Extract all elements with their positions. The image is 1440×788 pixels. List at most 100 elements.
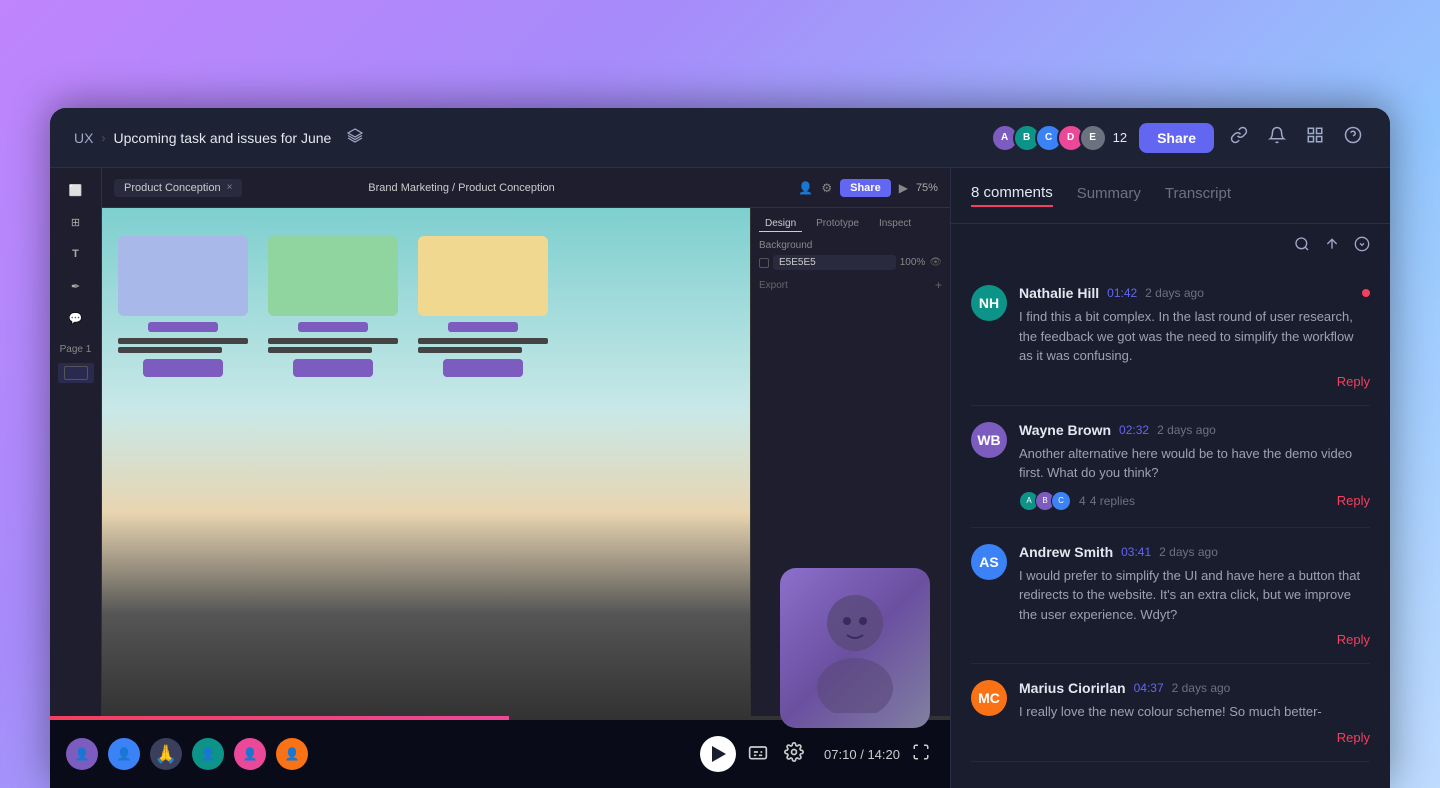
participants-avatars: A B C D E 12 — [991, 124, 1127, 152]
comment-ago-4: 2 days ago — [1172, 681, 1231, 695]
figma-tab[interactable]: Product Conception × — [114, 179, 242, 197]
header-right: A B C D E 12 Share — [991, 122, 1366, 153]
reply-count-2: 4 — [1079, 494, 1086, 508]
reply-button-4[interactable]: Reply — [1337, 730, 1370, 745]
comment-unread-dot-1 — [1362, 289, 1370, 297]
figma-settings-icon[interactable]: ⚙ — [821, 181, 832, 195]
figma-person-icon: 👤 — [798, 181, 813, 195]
canvas-content — [102, 208, 750, 393]
card-line — [418, 347, 522, 353]
play-button[interactable] — [700, 736, 736, 772]
avatar-nathalie: NH — [971, 285, 1007, 321]
comments-panel: 8 comments Summary Transcript — [950, 168, 1390, 788]
time-display: 07:10 / 14:20 — [824, 747, 900, 762]
bell-icon[interactable] — [1264, 122, 1290, 153]
figma-tool-text[interactable]: T — [60, 240, 92, 268]
comment-item-3: AS Andrew Smith 03:41 2 days ago I would… — [971, 528, 1370, 665]
comment-ago-3: 2 days ago — [1159, 545, 1218, 559]
participant-5: 👤 — [234, 738, 266, 770]
design-export-add[interactable]: + — [935, 278, 942, 292]
breadcrumb: UX › Upcoming task and issues for June — [74, 128, 363, 147]
comments-list: NH Nathalie Hill 01:42 2 days ago I find… — [951, 269, 1390, 788]
captions-button[interactable] — [744, 738, 772, 771]
reply-av-3: C — [1051, 491, 1071, 511]
figma-page-thumb — [64, 366, 88, 380]
tab-summary[interactable]: Summary — [1077, 185, 1141, 206]
design-bg-color[interactable]: E5E5E5 — [773, 255, 896, 270]
comment-author-3: Andrew Smith — [1019, 544, 1113, 560]
comment-header-2: Wayne Brown 02:32 2 days ago — [1019, 422, 1370, 438]
comment-item-1: NH Nathalie Hill 01:42 2 days ago I find… — [971, 269, 1370, 406]
card-btn-2 — [293, 359, 373, 377]
card-title-3 — [448, 322, 518, 332]
card-line — [118, 338, 248, 344]
time-total: 14:20 — [867, 747, 900, 762]
avatar-5: E — [1079, 124, 1107, 152]
reply-button-3[interactable]: Reply — [1337, 632, 1370, 647]
comment-item-2: WB Wayne Brown 02:32 2 days ago Another … — [971, 406, 1370, 528]
comment-body-2: Wayne Brown 02:32 2 days ago Another alt… — [1019, 422, 1370, 511]
comment-text-2: Another alternative here would be to hav… — [1019, 444, 1370, 483]
reply-avatars-2: A B C — [1019, 491, 1071, 511]
search-icon[interactable] — [1294, 236, 1310, 257]
sort-icon[interactable] — [1324, 236, 1340, 257]
card-lines-2 — [268, 338, 398, 353]
design-bg-checkbox[interactable] — [759, 258, 769, 268]
comment-footer-4: Reply — [1019, 730, 1370, 745]
comment-footer-2: A B C 4 4 replies Reply — [1019, 491, 1370, 511]
figma-play-icon[interactable]: ▶ — [899, 181, 908, 195]
fullscreen-button[interactable] — [908, 739, 934, 770]
reply-button-1[interactable]: Reply — [1337, 374, 1370, 389]
comment-timestamp-1: 01:42 — [1107, 286, 1137, 300]
layers-icon — [347, 128, 363, 147]
card-lines-1 — [118, 338, 248, 353]
figma-tab-close[interactable]: × — [227, 182, 233, 193]
comment-item-4: MC Marius Ciorirlan 04:37 2 days ago I r… — [971, 664, 1370, 762]
design-section-background: Background — [759, 240, 942, 251]
tab-transcript[interactable]: Transcript — [1165, 185, 1231, 206]
design-tab-inspect[interactable]: Inspect — [873, 216, 917, 232]
figma-tab-label: Product Conception — [124, 182, 221, 194]
design-bg-row: E5E5E5 100% 👁 — [759, 255, 942, 270]
reply-text-2[interactable]: 4 replies — [1090, 494, 1135, 508]
figma-share-button[interactable]: Share — [840, 179, 891, 197]
comments-tabs: 8 comments Summary Transcript — [951, 168, 1390, 224]
share-button[interactable]: Share — [1139, 123, 1214, 153]
participant-3: 🙏 — [150, 738, 182, 770]
comments-toolbar — [951, 224, 1390, 269]
participant-2: 👤 — [108, 738, 140, 770]
comment-body-1: Nathalie Hill 01:42 2 days ago I find th… — [1019, 285, 1370, 389]
figma-tool-comment[interactable]: 💬 — [60, 304, 92, 332]
link-icon[interactable] — [1226, 122, 1252, 153]
comment-replies-2: A B C 4 4 replies — [1019, 491, 1135, 511]
card-line — [268, 347, 372, 353]
comment-author-2: Wayne Brown — [1019, 422, 1111, 438]
design-tab-prototype[interactable]: Prototype — [810, 216, 865, 232]
progress-fill — [50, 716, 509, 720]
participant-1: 👤 — [66, 738, 98, 770]
settings-button[interactable] — [780, 738, 808, 771]
figma-page-item[interactable] — [58, 363, 94, 383]
card-rect-3 — [418, 236, 548, 316]
canvas-card-1 — [118, 236, 248, 377]
avatar-wayne: WB — [971, 422, 1007, 458]
canvas-card-3 — [418, 236, 548, 377]
design-tab-design[interactable]: Design — [759, 216, 802, 232]
figma-tool-frame[interactable]: ⊞ — [60, 208, 92, 236]
help-icon[interactable] — [1340, 122, 1366, 153]
reply-button-2[interactable]: Reply — [1337, 493, 1370, 508]
figma-canvas-area — [102, 208, 750, 716]
avatar-count: 12 — [1113, 130, 1127, 145]
grid-icon[interactable] — [1302, 122, 1328, 153]
design-tabs: Design Prototype Inspect — [759, 216, 942, 232]
figma-tool-move[interactable]: ⬜ — [60, 176, 92, 204]
comment-header-3: Andrew Smith 03:41 2 days ago — [1019, 544, 1370, 560]
design-bg-eye[interactable]: 👁 — [929, 257, 942, 268]
tab-comments[interactable]: 8 comments — [971, 184, 1053, 207]
avatar-marius: MC — [971, 680, 1007, 716]
participant-6: 👤 — [276, 738, 308, 770]
figma-tool-pen[interactable]: ✒ — [60, 272, 92, 300]
avatar-andrew: AS — [971, 544, 1007, 580]
filter-icon[interactable] — [1354, 236, 1370, 257]
comment-timestamp-2: 02:32 — [1119, 423, 1149, 437]
